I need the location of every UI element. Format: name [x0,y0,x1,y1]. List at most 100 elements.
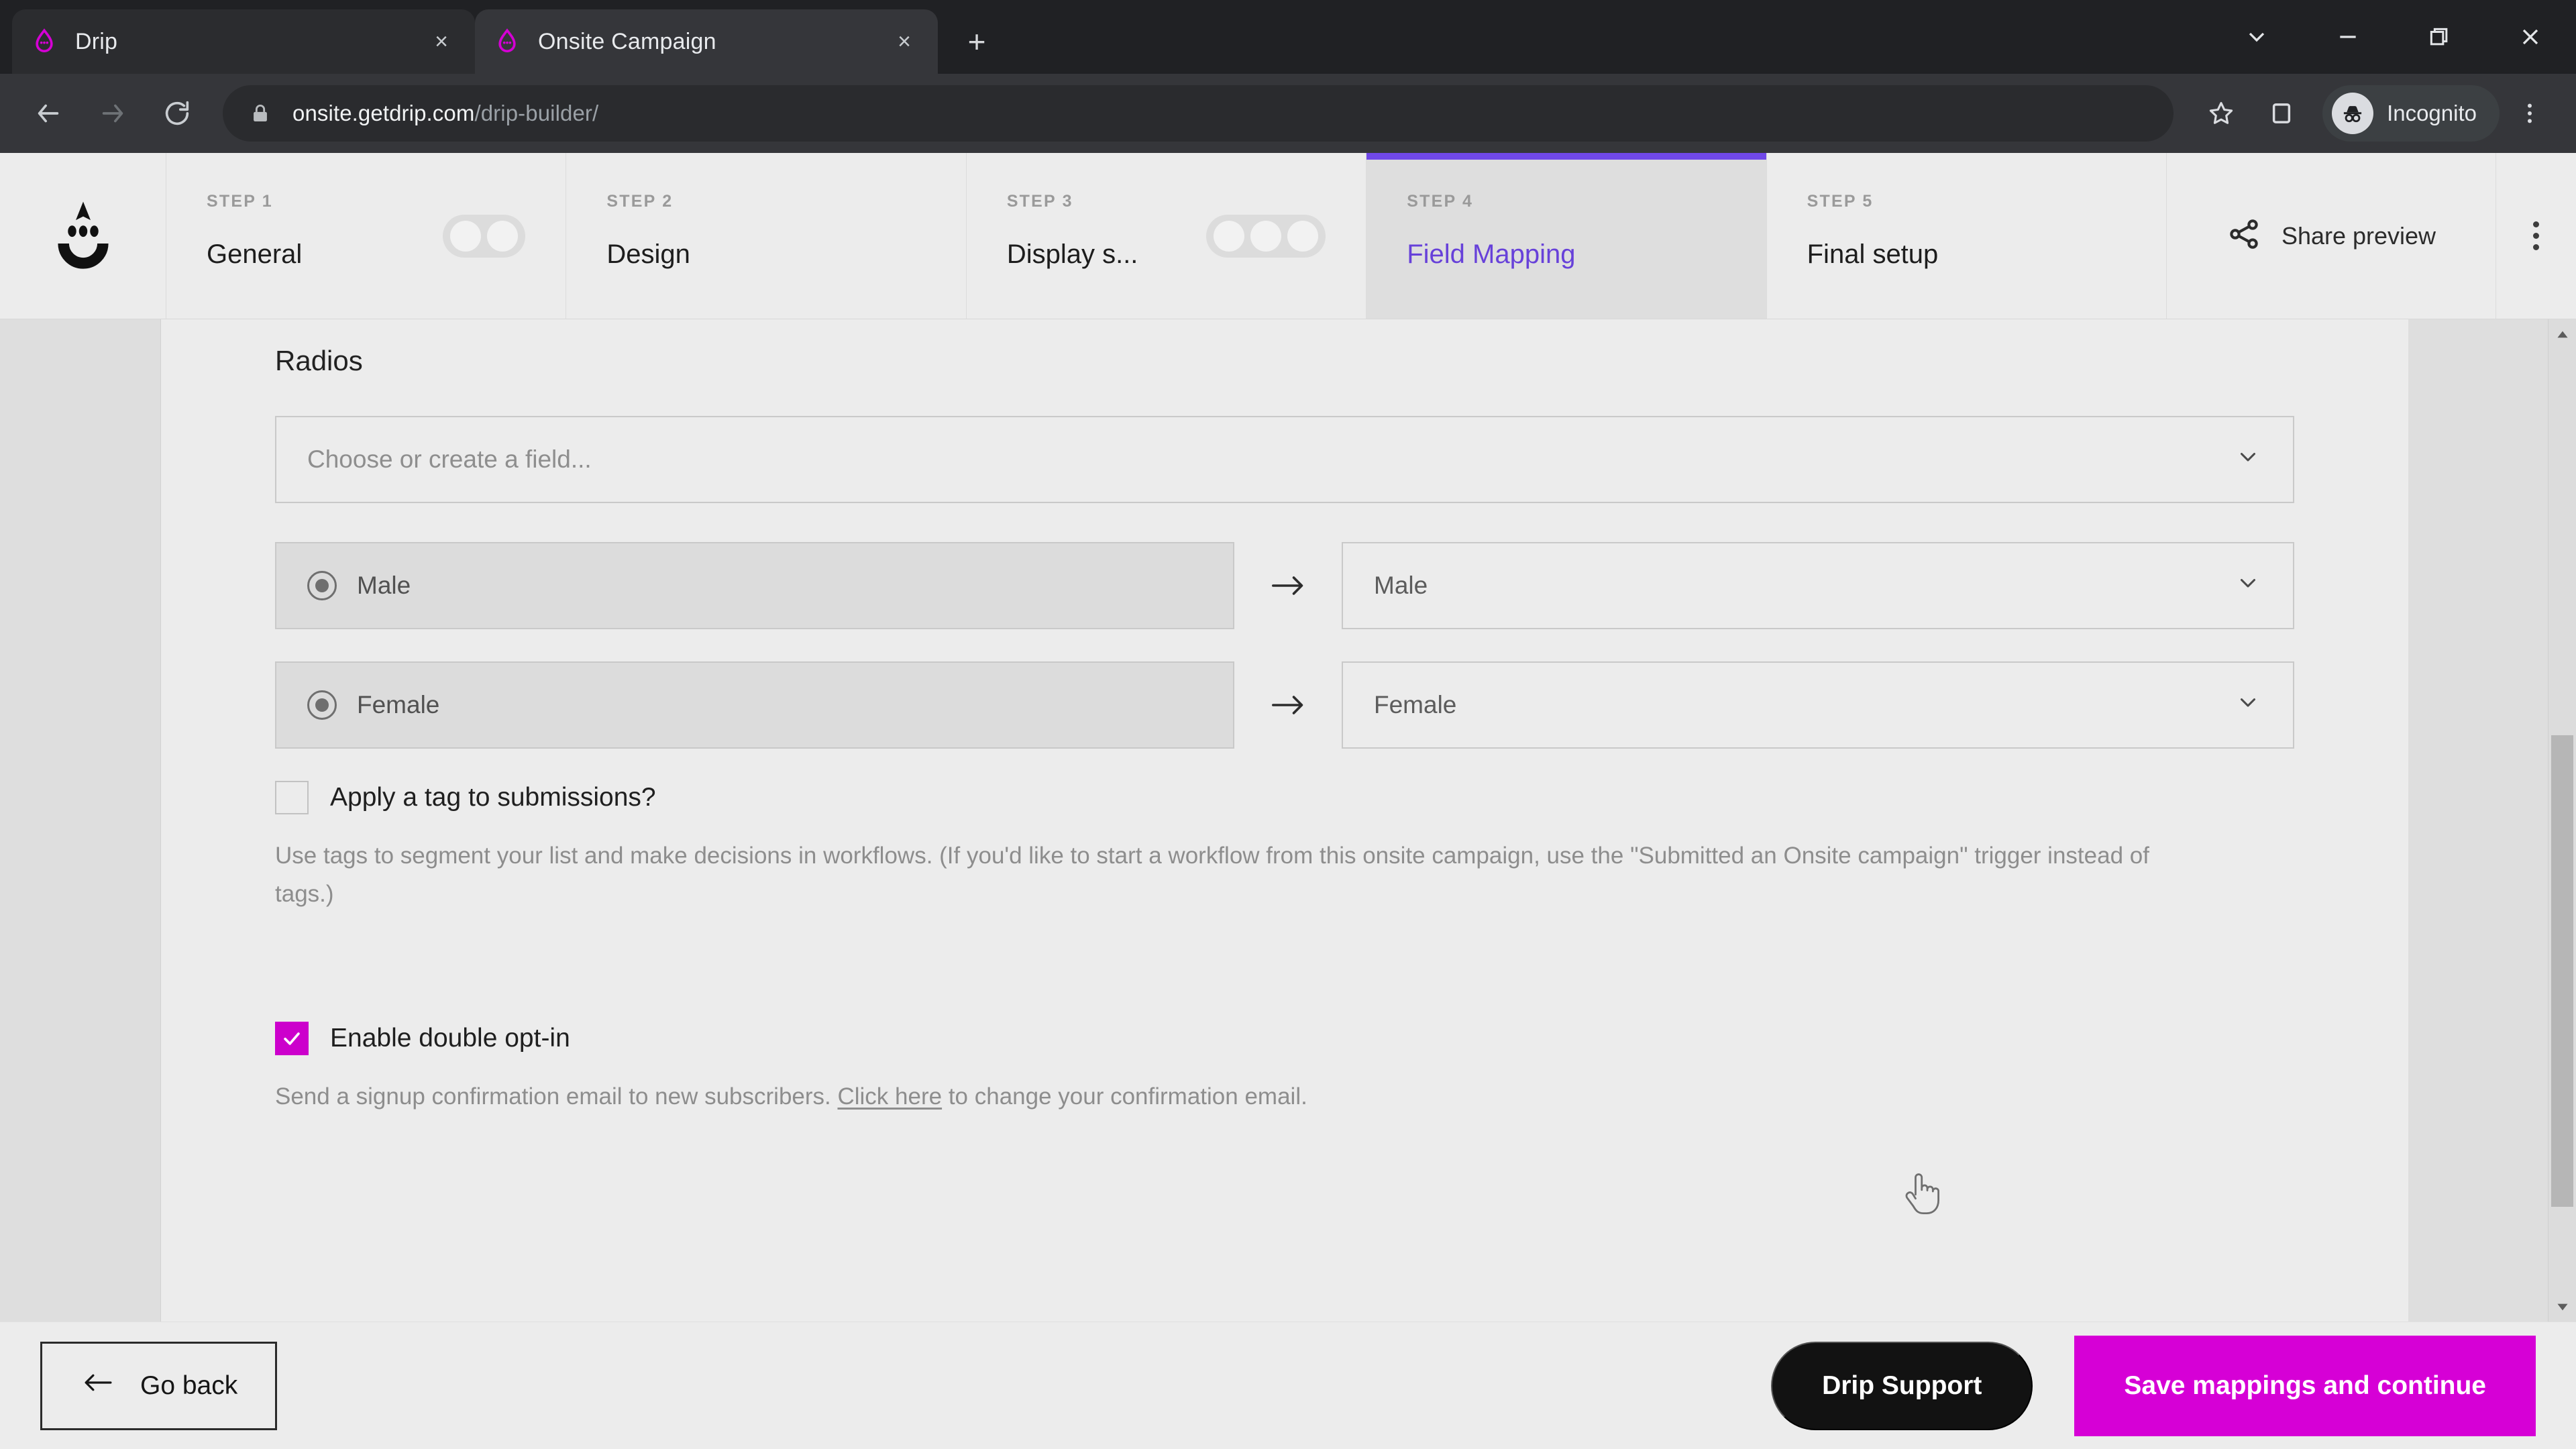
pill-group-icon [1206,214,1326,258]
side-panel-icon[interactable] [2251,83,2312,144]
mapping-source-male: Male [275,542,1234,629]
step-3-toggle-pill[interactable] [1206,153,1326,319]
vertical-scrollbar[interactable] [2548,319,2576,1322]
step-item-1-general[interactable]: STEP 1 General [166,153,567,319]
chevron-down-icon [2235,570,2261,602]
browser-tab-drip[interactable]: Drip × [12,9,475,74]
scroll-down-arrow-icon[interactable] [2554,1292,2571,1322]
url-path: /drip-builder/ [474,101,599,125]
incognito-profile-button[interactable]: Incognito [2322,85,2500,142]
save-mappings-button[interactable]: Save mappings and continue [2074,1335,2536,1436]
mapping-row: Female Female [275,661,2294,749]
field-mapping-panel: Radios Choose or create a field... Male [161,319,2408,1322]
mapping-source-female: Female [275,661,1234,749]
lock-icon [246,99,275,128]
apply-tag-label: Apply a tag to submissions? [330,783,656,812]
double-optin-checkbox[interactable] [275,1022,309,1056]
step-1-toggle-pill[interactable] [443,153,526,319]
close-icon[interactable] [2485,0,2576,74]
tab-title: Drip [75,28,118,54]
chevron-down-icon [2235,690,2261,721]
tab-strip: Drip × Onsite Campaign × + [0,0,2576,74]
field-picker-placeholder: Choose or create a field... [307,445,592,473]
url-text: onsite.getdrip.com/drip-builder/ [292,101,598,126]
drip-logo-icon [492,27,522,56]
step-label: Design [606,239,690,269]
click-here-link[interactable]: Click here [837,1083,942,1110]
maximize-icon[interactable] [2394,0,2485,74]
scroll-up-arrow-icon[interactable] [2554,319,2571,349]
tab-title: Onsite Campaign [538,28,716,54]
tag-help-text: Use tags to segment your list and make d… [275,837,2153,913]
share-icon [2226,217,2261,255]
page-title: Radios [275,345,363,376]
new-tab-button[interactable]: + [947,12,1006,71]
page-viewport: STEP 1 General STEP 2 Design STEP 3 Disp… [0,153,2576,1449]
go-back-button[interactable]: Go back [40,1341,278,1430]
apply-tag-checkbox-row[interactable]: Apply a tag to submissions? [275,781,2294,814]
optin-help-suffix: to change your confirmation email. [942,1083,1307,1110]
step-number: STEP 5 [1807,192,1874,211]
double-optin-label: Enable double opt-in [330,1024,570,1053]
left-preview-gutter [0,319,161,1322]
tab-search-icon[interactable] [2211,0,2302,74]
scrollbar-track[interactable] [2548,349,2576,1292]
steps-list: STEP 1 General STEP 2 Design STEP 3 Disp… [166,153,2167,319]
radio-selected-icon [307,571,337,600]
close-icon[interactable]: × [888,25,920,58]
reload-icon[interactable] [145,81,209,146]
step-item-3-display-settings[interactable]: STEP 3 Display s... [966,153,1367,319]
incognito-label: Incognito [2387,101,2477,125]
forward-arrow-icon[interactable] [80,81,145,146]
builder-body: Radios Choose or create a field... Male [0,319,2576,1322]
optin-help-text: Send a signup confirmation email to new … [275,1078,2294,1116]
step-navigation: STEP 1 General STEP 2 Design STEP 3 Disp… [0,153,2576,319]
mapping-target-select-male[interactable]: Male [1342,542,2294,629]
radio-selected-icon [307,690,337,720]
arrow-left-icon [80,1370,115,1402]
double-optin-checkbox-row[interactable]: Enable double opt-in [275,1022,2294,1056]
drip-logo-icon [30,27,59,56]
url-host: onsite.getdrip.com [292,101,475,125]
back-arrow-icon[interactable] [16,81,80,146]
kebab-menu-icon[interactable] [2496,153,2576,319]
mapping-target-value: Female [1374,691,1457,718]
mapping-target-select-female[interactable]: Female [1342,661,2294,749]
drip-support-button[interactable]: Drip Support [1771,1341,2033,1430]
chevron-down-icon [2235,444,2261,476]
drip-face-logo-icon[interactable] [0,153,166,319]
pill-group-icon [443,214,526,258]
mapping-target-value: Male [1374,572,1428,599]
browser-toolbar: onsite.getdrip.com/drip-builder/ Incogni… [0,74,2576,153]
field-picker-select[interactable]: Choose or create a field... [275,416,2294,503]
tag-help-line-1: Use tags to segment your list and make d… [275,843,1624,869]
optin-help-prefix: Send a signup confirmation email to new … [275,1083,838,1110]
window-controls [2211,0,2576,74]
step-label: Field Mapping [1407,239,1576,269]
address-bar[interactable]: onsite.getdrip.com/drip-builder/ [223,85,2174,142]
step-label: Final setup [1807,239,1939,269]
arrow-right-icon [1234,691,1342,719]
browser-tab-onsite-campaign[interactable]: Onsite Campaign × [475,9,938,74]
arrow-right-icon [1234,572,1342,600]
mapping-source-label: Female [357,691,440,718]
share-preview-label: Share preview [2281,221,2436,250]
apply-tag-checkbox[interactable] [275,781,309,814]
minimize-icon[interactable] [2302,0,2394,74]
step-item-5-final-setup[interactable]: STEP 5 Final setup [1766,153,2167,319]
step-number: STEP 2 [606,192,674,211]
go-back-label: Go back [140,1371,238,1400]
close-icon[interactable]: × [425,25,458,58]
kebab-menu-icon[interactable] [2500,83,2560,144]
share-preview-button[interactable]: Share preview [2167,153,2496,319]
scrollbar-thumb[interactable] [2551,735,2573,1208]
star-icon[interactable] [2191,83,2251,144]
mapping-row: Male Male [275,542,2294,629]
browser-window: Drip × Onsite Campaign × + onsite.getdri… [0,0,2576,1449]
incognito-avatar-icon [2332,93,2374,134]
step-item-2-design[interactable]: STEP 2 Design [566,153,967,319]
wizard-footer: Go back Drip Support Save mappings and c… [0,1322,2576,1449]
step-item-4-field-mapping[interactable]: STEP 4 Field Mapping [1366,153,1767,319]
step-number: STEP 4 [1407,192,1474,211]
